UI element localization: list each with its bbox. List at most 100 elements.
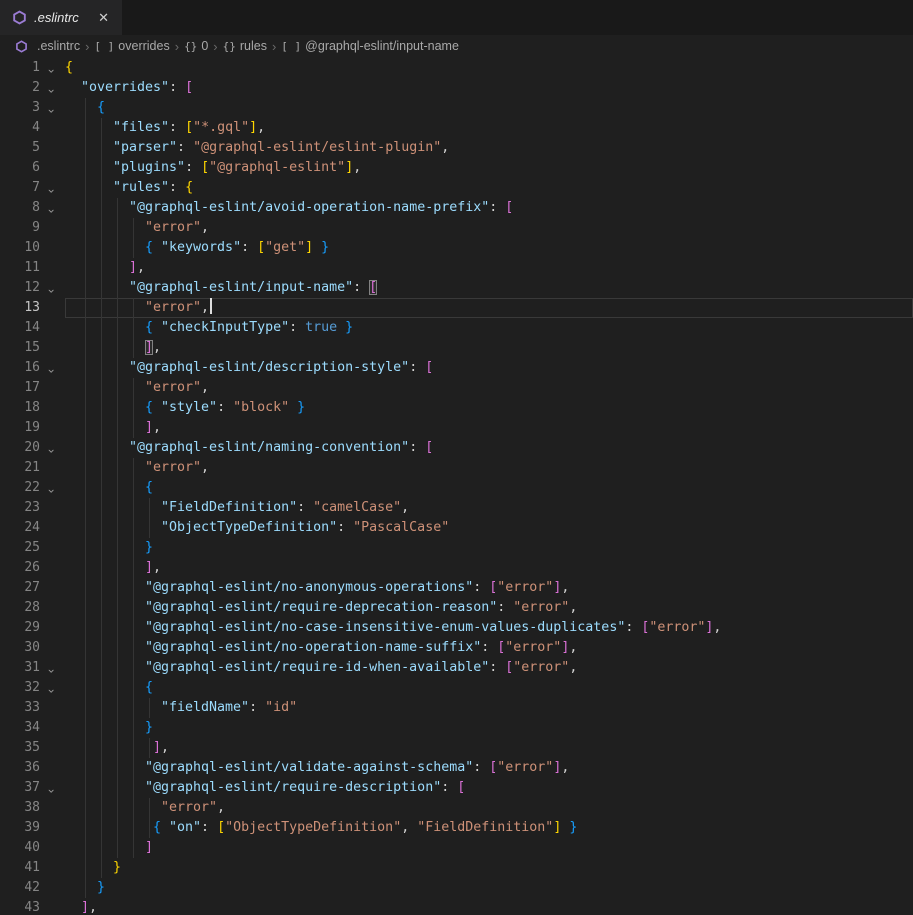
code-line[interactable]: 14{ "checkInputType": true } bbox=[0, 318, 913, 338]
indent-guide bbox=[133, 658, 134, 678]
fold-chevron-icon[interactable]: › bbox=[40, 98, 65, 118]
breadcrumb-label: 0 bbox=[201, 39, 208, 53]
code-token: "fieldName" bbox=[161, 700, 249, 715]
fold-chevron-icon[interactable]: › bbox=[40, 178, 65, 198]
tab-bar: .eslintrc ✕ bbox=[0, 0, 913, 35]
fold-chevron-icon[interactable]: › bbox=[40, 478, 65, 498]
code-line[interactable]: 15], bbox=[0, 338, 913, 358]
code-token: } bbox=[337, 320, 353, 335]
code-line-content: } bbox=[65, 718, 913, 738]
indent-guide bbox=[101, 538, 102, 558]
code-line[interactable]: 43], bbox=[0, 898, 913, 915]
line-number: 16 bbox=[0, 358, 40, 378]
fold-chevron-icon[interactable]: › bbox=[40, 658, 65, 678]
code-line[interactable]: 22›{ bbox=[0, 478, 913, 498]
code-line[interactable]: 36"@graphql-eslint/validate-against-sche… bbox=[0, 758, 913, 778]
code-token: ] bbox=[305, 240, 313, 255]
code-line[interactable]: 33"fieldName": "id" bbox=[0, 698, 913, 718]
code-token: "rules" bbox=[113, 180, 169, 195]
breadcrumb-separator-icon: › bbox=[175, 39, 179, 54]
close-icon[interactable]: ✕ bbox=[95, 9, 112, 26]
line-number: 15 bbox=[0, 338, 40, 358]
code-line[interactable]: 6"plugins": ["@graphql-eslint"], bbox=[0, 158, 913, 178]
fold-chevron-icon[interactable]: › bbox=[40, 358, 65, 378]
code-token: : bbox=[489, 660, 505, 675]
code-line-content: "error", bbox=[65, 218, 913, 238]
indent-guide bbox=[117, 678, 118, 698]
code-line[interactable]: 28"@graphql-eslint/require-deprecation-r… bbox=[0, 598, 913, 618]
indent-guide bbox=[85, 718, 86, 738]
code-line[interactable]: 27"@graphql-eslint/no-anonymous-operatio… bbox=[0, 578, 913, 598]
code-line[interactable]: 38"error", bbox=[0, 798, 913, 818]
code-line[interactable]: 34} bbox=[0, 718, 913, 738]
fold-chevron-icon[interactable]: › bbox=[40, 438, 65, 458]
code-line[interactable]: 30"@graphql-eslint/no-operation-name-suf… bbox=[0, 638, 913, 658]
fold-gutter bbox=[40, 518, 65, 538]
breadcrumb-item[interactable]: [ ]overrides bbox=[94, 39, 169, 53]
fold-chevron-icon[interactable]: › bbox=[40, 278, 65, 298]
code-line[interactable]: 23"FieldDefinition": "camelCase", bbox=[0, 498, 913, 518]
code-token: "error" bbox=[513, 660, 569, 675]
breadcrumb-item[interactable]: {} 0 bbox=[184, 39, 208, 53]
code-line[interactable]: 29"@graphql-eslint/no-case-insensitive-e… bbox=[0, 618, 913, 638]
fold-chevron-icon[interactable]: › bbox=[40, 778, 65, 798]
code-line[interactable]: 37›"@graphql-eslint/require-description"… bbox=[0, 778, 913, 798]
code-token: "files" bbox=[113, 120, 169, 135]
code-token: : bbox=[337, 520, 353, 535]
fold-chevron-icon[interactable]: › bbox=[40, 678, 65, 698]
code-line[interactable]: 31›"@graphql-eslint/require-id-when-avai… bbox=[0, 658, 913, 678]
code-line[interactable]: 24"ObjectTypeDefinition": "PascalCase" bbox=[0, 518, 913, 538]
fold-gutter bbox=[40, 318, 65, 338]
code-line[interactable]: 4"files": ["*.gql"], bbox=[0, 118, 913, 138]
code-line[interactable]: 39{ "on": ["ObjectTypeDefinition", "Fiel… bbox=[0, 818, 913, 838]
fold-chevron-icon[interactable]: › bbox=[40, 78, 65, 98]
indent-guide bbox=[101, 258, 102, 278]
code-line[interactable]: 12›"@graphql-eslint/input-name": [ bbox=[0, 278, 913, 298]
indent-guide bbox=[85, 138, 86, 158]
code-line[interactable]: 9"error", bbox=[0, 218, 913, 238]
code-line[interactable]: 20›"@graphql-eslint/naming-convention": … bbox=[0, 438, 913, 458]
code-token: "error" bbox=[497, 760, 553, 775]
code-line[interactable]: 35], bbox=[0, 738, 913, 758]
object-symbol-icon: {} bbox=[184, 40, 197, 53]
code-line[interactable]: 3›{ bbox=[0, 98, 913, 118]
code-line-content: "FieldDefinition": "camelCase", bbox=[65, 498, 913, 518]
breadcrumb-item[interactable]: [ ]@graphql-eslint/input-name bbox=[281, 39, 459, 53]
indent-guide bbox=[101, 278, 102, 298]
fold-gutter bbox=[40, 598, 65, 618]
code-line[interactable]: 1›{ bbox=[0, 58, 913, 78]
code-line[interactable]: 42} bbox=[0, 878, 913, 898]
line-number: 42 bbox=[0, 878, 40, 898]
code-line[interactable]: 19], bbox=[0, 418, 913, 438]
fold-chevron-icon[interactable]: › bbox=[40, 198, 65, 218]
code-line[interactable]: 40] bbox=[0, 838, 913, 858]
code-line[interactable]: 26], bbox=[0, 558, 913, 578]
code-line[interactable]: 7›"rules": { bbox=[0, 178, 913, 198]
indent-guide bbox=[117, 798, 118, 818]
code-line[interactable]: 5"parser": "@graphql-eslint/eslint-plugi… bbox=[0, 138, 913, 158]
code-line[interactable]: 2›"overrides": [ bbox=[0, 78, 913, 98]
code-line[interactable]: 17"error", bbox=[0, 378, 913, 398]
code-line[interactable]: 13"error", bbox=[0, 298, 913, 318]
fold-chevron-icon[interactable]: › bbox=[40, 58, 65, 78]
code-line[interactable]: 41} bbox=[0, 858, 913, 878]
code-line[interactable]: 18{ "style": "block" } bbox=[0, 398, 913, 418]
code-line-content: "error", bbox=[65, 298, 913, 318]
code-line-content: "error", bbox=[65, 378, 913, 398]
code-line[interactable]: 10{ "keywords": ["get"] } bbox=[0, 238, 913, 258]
indent-guide bbox=[117, 738, 118, 758]
indent-guide bbox=[117, 838, 118, 858]
breadcrumb-item[interactable]: {}rules bbox=[223, 39, 267, 53]
code-line[interactable]: 8›"@graphql-eslint/avoid-operation-name-… bbox=[0, 198, 913, 218]
code-line[interactable]: 21"error", bbox=[0, 458, 913, 478]
code-line[interactable]: 25} bbox=[0, 538, 913, 558]
line-number: 25 bbox=[0, 538, 40, 558]
code-token: : bbox=[169, 120, 185, 135]
code-line[interactable]: 11], bbox=[0, 258, 913, 278]
code-line[interactable]: 16›"@graphql-eslint/description-style": … bbox=[0, 358, 913, 378]
tab-eslintrc[interactable]: .eslintrc ✕ bbox=[0, 0, 122, 35]
code-editor[interactable]: 1›{2›"overrides": [3›{4"files": ["*.gql"… bbox=[0, 57, 913, 915]
breadcrumb-item[interactable]: .eslintrc bbox=[15, 39, 80, 53]
indent-guide bbox=[133, 338, 134, 358]
code-line[interactable]: 32›{ bbox=[0, 678, 913, 698]
